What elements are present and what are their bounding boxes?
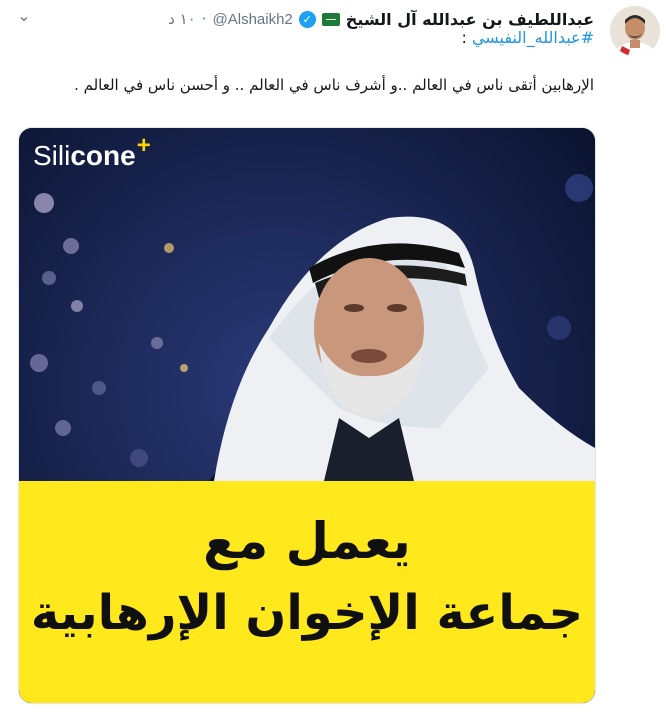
- logo-text-light: Sili: [33, 140, 71, 171]
- avatar[interactable]: [610, 6, 660, 56]
- verified-badge-icon: ✓: [298, 10, 316, 28]
- hashtag-line: #عبدالله_النفيسي :: [461, 28, 594, 52]
- tweet-card[interactable]: عبداللطيف بن عبدالله آل الشيخ ✓ @Alshaik…: [0, 0, 666, 712]
- tweet-body-text: الإرهابين أتقى ناس في العالم ..و أشرف نا…: [74, 76, 594, 94]
- logo-plus-icon: +: [136, 132, 151, 159]
- user-handle[interactable]: @Alshaikh2: [213, 11, 293, 28]
- avatar-image: [610, 6, 660, 56]
- saudi-flag-icon: [321, 12, 340, 26]
- caption-line-1: يعمل مع: [203, 512, 411, 570]
- logo-text-bold: cone: [70, 140, 136, 171]
- display-name[interactable]: عبداللطيف بن عبدالله آل الشيخ: [346, 10, 594, 29]
- tweet-timestamp[interactable]: ١٠ د: [168, 10, 196, 28]
- chevron-down-icon[interactable]: ⌄: [14, 6, 34, 26]
- tweet-header: عبداللطيف بن عبدالله آل الشيخ ✓ @Alshaik…: [168, 8, 594, 30]
- hashtag-link[interactable]: #عبدالله_النفيسي: [472, 28, 594, 47]
- tweet-media[interactable]: Silicone+ يعمل مع جماعة الإخوان الإرهابي…: [18, 127, 596, 704]
- hashtag-colon: :: [461, 28, 472, 47]
- caption-line-2: جماعة الإخوان الإرهابية: [30, 585, 584, 641]
- separator-dot: ·: [201, 10, 207, 28]
- silicone-logo: Silicone+: [33, 132, 151, 172]
